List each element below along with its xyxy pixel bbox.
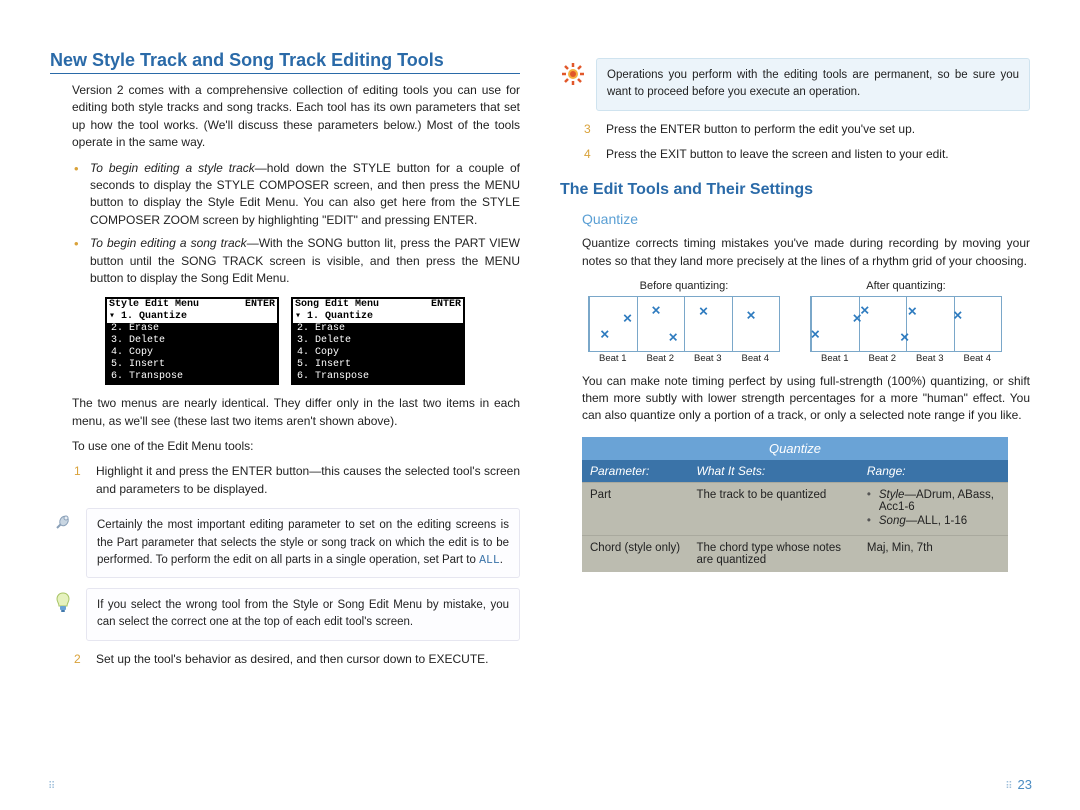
to-use-label: To use one of the Edit Menu tools: [72, 438, 520, 455]
after-track: ✕ ✕ ✕ ✕ ✕ ✕ [810, 296, 1002, 352]
before-caption: Before quantizing: [588, 280, 780, 292]
bullet-style-track: To begin editing a style track—hold down… [72, 160, 520, 230]
note-text: If you select the wrong tool from the St… [86, 588, 520, 641]
page-decoration-left: ⠿ [48, 781, 56, 792]
step-text: Press the EXIT button to leave the scree… [606, 147, 949, 161]
step-number: 1 [74, 463, 81, 480]
heading-main: New Style Track and Song Track Editing T… [50, 50, 520, 74]
step-text: Press the ENTER button to perform the ed… [606, 122, 915, 136]
menus-note: The two menus are nearly identical. They… [72, 395, 520, 430]
col-parameter: Parameter: [582, 460, 689, 483]
warning-note: Operations you perform with the editing … [560, 58, 1030, 111]
what-cell: The track to be quantized [689, 482, 859, 535]
after-caption: After quantizing: [810, 280, 1002, 292]
lcd-screens: Style Edit MenuENTER ▾ 1. Quantize 2. Er… [50, 297, 520, 385]
quantize-table: Quantize Parameter: What It Sets: Range:… [582, 437, 1008, 572]
bullet-lead: To begin editing a song track [90, 236, 247, 250]
warning-text: Operations you perform with the editing … [596, 58, 1030, 111]
intro-text: Version 2 comes with a comprehensive col… [72, 82, 520, 152]
before-track: ✕ ✕ ✕ ✕ ✕ ✕ [588, 296, 780, 352]
note-bulb: If you select the wrong tool from the St… [50, 588, 520, 641]
col-range: Range: [859, 460, 1008, 483]
range-cell: Style—ADrum, ABass, Acc1-6 Song—ALL, 1-1… [859, 482, 1008, 535]
step-number: 2 [74, 651, 81, 668]
step-number: 3 [584, 121, 591, 138]
what-cell: The chord type whose notes are quantized [689, 535, 859, 572]
note-pin: Certainly the most important editing par… [50, 508, 520, 578]
quantize-intro: Quantize corrects timing mistakes you've… [582, 235, 1030, 270]
thumbtack-icon [50, 508, 76, 532]
step-text: Highlight it and press the ENTER button—… [96, 464, 520, 495]
note-text: Certainly the most important editing par… [97, 519, 509, 566]
step-text: Set up the tool's behavior as desired, a… [96, 652, 489, 666]
step-1: 1 Highlight it and press the ENTER butto… [72, 463, 520, 498]
bullet-lead: To begin editing a style track [90, 161, 255, 175]
bullet-song-track: To begin editing a song track—With the S… [72, 235, 520, 287]
quantize-diagram: Before quantizing: ✕ ✕ ✕ ✕ ✕ ✕ Beat 1 [560, 280, 1030, 364]
lightbulb-icon [50, 588, 76, 614]
subheading-quantize: Quantize [582, 211, 1030, 227]
warning-icon [560, 58, 586, 86]
lcd-style-edit: Style Edit MenuENTER ▾ 1. Quantize 2. Er… [105, 297, 279, 385]
col-what: What It Sets: [689, 460, 859, 483]
step-2: 2 Set up the tool's behavior as desired,… [72, 651, 520, 668]
heading-edit-tools: The Edit Tools and Their Settings [560, 181, 1030, 199]
lcd-song-edit: Song Edit MenuENTER ▾ 1. Quantize 2. Era… [291, 297, 465, 385]
range-cell: Maj, Min, 7th [859, 535, 1008, 572]
quantize-body: You can make note timing perfect by usin… [582, 373, 1030, 425]
param-cell: Part [582, 482, 689, 535]
table-title: Quantize [582, 437, 1008, 460]
page-number: ⠿23 [1005, 777, 1032, 792]
all-code: ALL [479, 554, 500, 567]
step-4: 4 Press the EXIT button to leave the scr… [582, 146, 1030, 163]
param-cell: Chord (style only) [582, 535, 689, 572]
step-number: 4 [584, 146, 591, 163]
step-3: 3 Press the ENTER button to perform the … [582, 121, 1030, 138]
